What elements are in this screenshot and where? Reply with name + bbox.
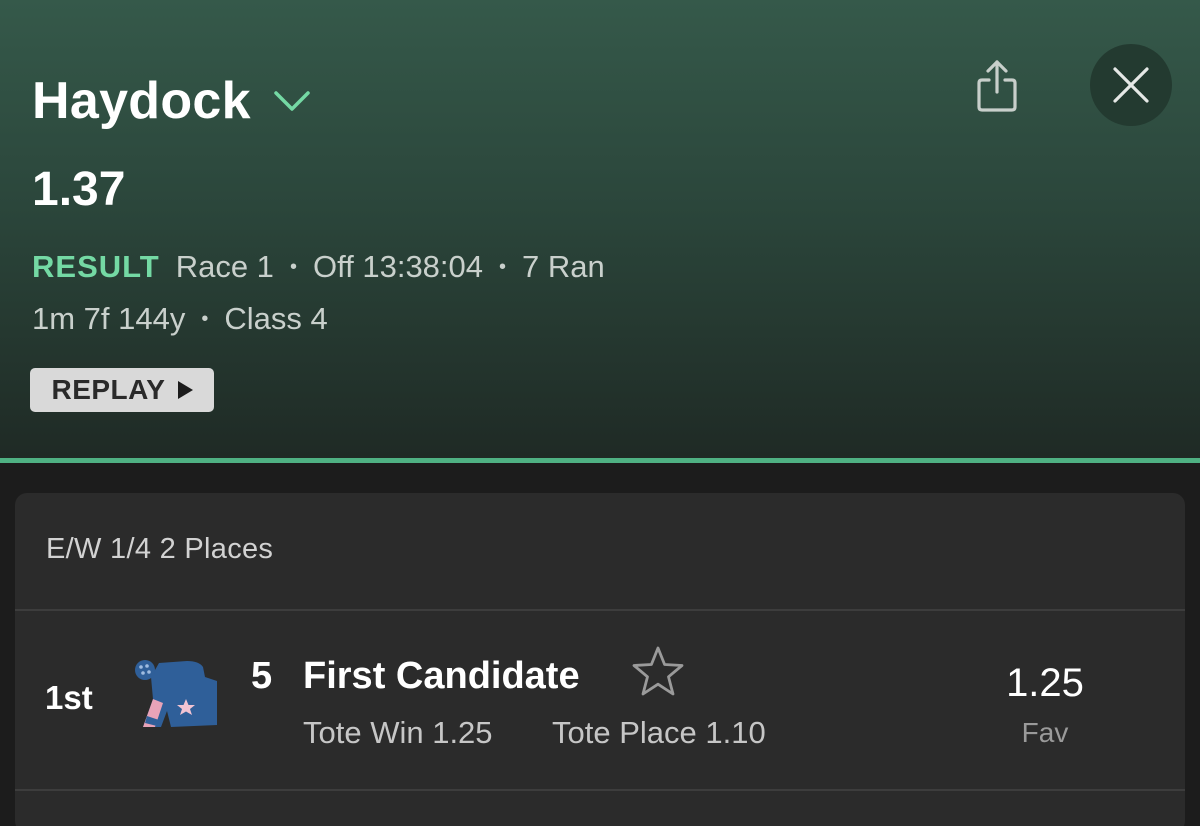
race-distance: 1m 7f 144y — [32, 301, 186, 336]
separator-dot: • — [289, 255, 297, 278]
venue-title: Haydock — [32, 72, 251, 130]
separator-dot: • — [499, 255, 507, 278]
each-way-terms: E/W 1/4 2 Places — [46, 533, 274, 565]
race-number: Race 1 — [175, 249, 274, 284]
close-button[interactable] — [1090, 44, 1172, 126]
share-icon — [977, 60, 1017, 112]
runner-number: 5 — [251, 655, 273, 697]
tote-win: Tote Win 1.25 — [303, 715, 493, 750]
star-outline-icon[interactable] — [629, 644, 687, 702]
result-card: E/W 1/4 2 Places 1st 5 First Candidate T… — [15, 493, 1185, 826]
tote-place: Tote Place 1.10 — [552, 715, 766, 750]
race-header: Haydock 1.37 RESULT Race 1 • Off 13:38:0… — [0, 0, 1200, 458]
runner-count: 7 Ran — [522, 249, 605, 284]
play-icon — [177, 381, 193, 399]
favourite-label: Fav — [1021, 717, 1069, 748]
header-divider — [0, 458, 1200, 463]
chevron-down-icon — [274, 91, 310, 111]
finish-position: 1st — [45, 679, 93, 716]
off-time: Off 13:38:04 — [312, 249, 484, 284]
result-status: RESULT — [32, 249, 160, 284]
result-row[interactable]: 1st 5 First Candidate Tote Win 1.25 Tote… — [15, 611, 1185, 789]
close-icon — [1113, 67, 1149, 103]
replay-label: REPLAY — [51, 374, 166, 405]
separator-dot: • — [201, 307, 209, 330]
replay-button[interactable]: REPLAY — [30, 368, 214, 412]
row-divider — [15, 789, 1185, 791]
starting-price: 1.25 — [1006, 661, 1084, 705]
race-class: Class 4 — [224, 301, 328, 336]
jockey-silks-icon — [135, 660, 217, 727]
race-detail-line: 1m 7f 144y • Class 4 — [32, 299, 328, 339]
race-info-line: RESULT Race 1 • Off 13:38:04 • 7 Ran — [32, 247, 605, 287]
horse-name[interactable]: First Candidate — [303, 655, 580, 698]
share-button[interactable] — [968, 55, 1026, 117]
venue-selector[interactable]: Haydock — [32, 66, 311, 136]
race-time: 1.37 — [32, 163, 126, 216]
